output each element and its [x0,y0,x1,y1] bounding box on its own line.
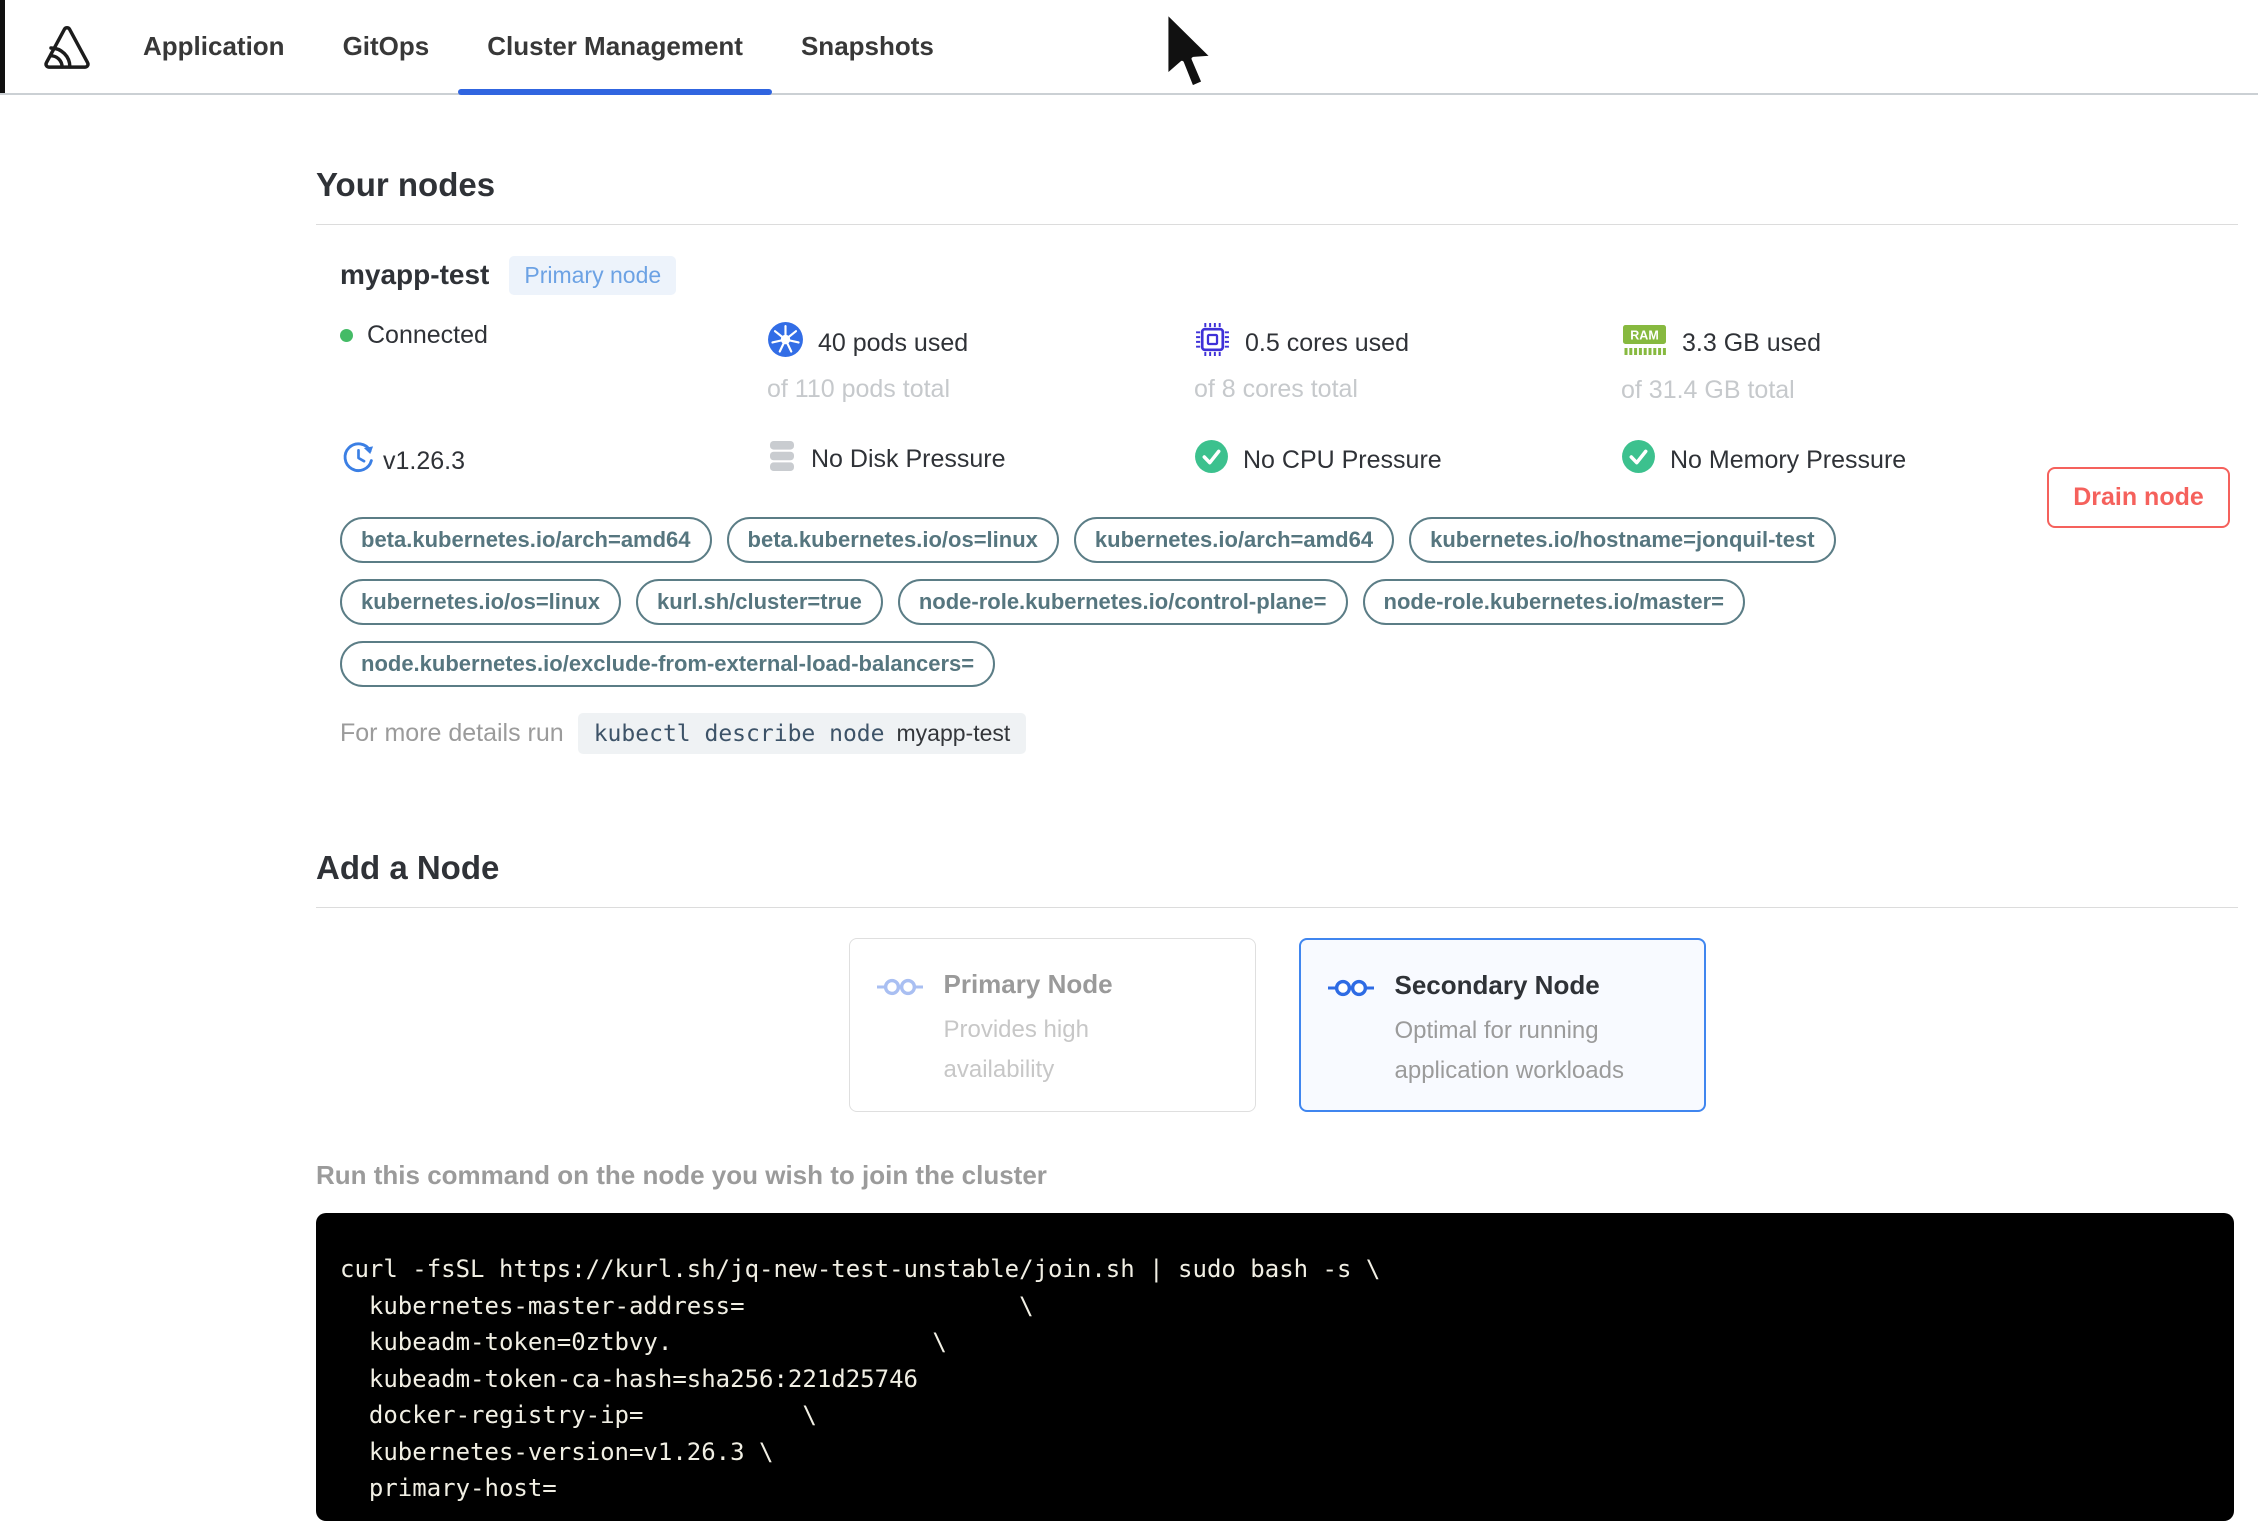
drain-node-button[interactable]: Drain node [2047,467,2230,528]
section-divider [316,907,2238,908]
command-line: curl -fsSL https://kurl.sh/jq-new-test-u… [340,1255,1381,1283]
disk-stack-icon [767,439,797,480]
node-label-pill: beta.kubernetes.io/arch=amd64 [340,517,712,563]
linked-nodes-icon [1327,977,1375,1110]
node-status-label: Connected [367,321,488,349]
node-label-pill: kubernetes.io/hostname=jonquil-test [1409,517,1836,563]
command-line: docker-registry-ip= \ [340,1401,817,1429]
node-panel: myapp-test Primary node Connected 40 pod… [316,255,2238,754]
node-stats-grid: Connected 40 pods used of 110 pods total… [340,321,2238,483]
kurl-logo-icon[interactable] [40,24,94,70]
your-nodes-title: Your nodes [316,166,496,203]
condition-cpu: No CPU Pressure [1194,439,1621,483]
node-name: myapp-test [340,259,490,290]
secondary-node-option-desc: Optimal for running application workload… [1394,1017,1624,1084]
node-details-hint: For more details run kubectl describe no… [340,713,2238,754]
stat-pods: 40 pods used of 110 pods total [767,321,1194,405]
describe-node-command: kubectl describe node myapp-test [577,713,1027,754]
primary-node-option-text: Primary Node Provides high availability [944,969,1196,1111]
tab-gitops[interactable]: GitOps [314,0,459,93]
mouse-cursor-arrow-icon [1158,8,1220,99]
cpu-chip-icon [1194,321,1231,365]
node-label-pill: kubernetes.io/os=linux [340,579,622,625]
add-node-title: Add a Node [316,849,500,886]
stat-pods-total: of 110 pods total [767,375,951,403]
node-label-pill: kurl.sh/cluster=true [636,579,883,625]
details-prefix: For more details run [340,719,564,747]
node-version-label: v1.26.3 [383,446,466,475]
command-line: kubeadm-token=0ztbvy. \ [340,1328,947,1356]
stat-memory-used: 3.3 GB used [1682,329,1821,357]
update-clock-icon [340,439,377,483]
secondary-node-option-text: Secondary Node Optimal for running appli… [1395,970,1647,1110]
stat-cores-used: 0.5 cores used [1245,328,1409,357]
join-command-instruction: Run this command on the node you wish to… [316,1160,1047,1190]
primary-node-option-desc: Provides high availability [943,1016,1089,1083]
condition-cpu-label: No CPU Pressure [1243,445,1442,474]
node-label-pill: node-role.kubernetes.io/control-plane= [897,579,1348,625]
describe-command-node: myapp-test [896,720,1011,746]
command-line: primary-host= [340,1474,557,1502]
nav-tabs: Application GitOps Cluster Management Sn… [114,0,963,95]
node-status: Connected [340,321,767,405]
stat-cores-total: of 8 cores total [1194,375,1358,403]
top-nav: Application GitOps Cluster Management Sn… [0,0,2258,95]
command-line: kubernetes-master-address= \ [340,1291,1034,1320]
green-dot-icon [340,329,353,342]
kubernetes-wheel-icon [767,321,804,365]
condition-memory-label: No Memory Pressure [1670,445,1907,474]
stat-pods-used: 40 pods used [818,328,969,357]
window-left-edge [0,0,5,93]
command-line: kubernetes-version=v1.26.3 \ [340,1437,774,1466]
svg-text:RAM: RAM [1630,329,1658,343]
primary-node-badge: Primary node [509,255,677,295]
primary-node-option-title: Primary Node [943,969,1113,999]
check-circle-icon [1194,439,1229,481]
tab-application[interactable]: Application [114,0,314,93]
section-divider [316,224,2238,225]
stat-memory: RAM 3.3 GB used of 31.4 GB total [1621,321,2238,405]
check-circle-icon [1621,439,1656,481]
node-labels: beta.kubernetes.io/arch=amd64 beta.kuber… [340,517,2040,687]
linked-nodes-icon [876,976,924,1111]
join-command-block[interactable]: curl -fsSL https://kurl.sh/jq-new-test-u… [316,1213,2234,1521]
condition-disk: No Disk Pressure [767,439,1194,483]
condition-disk-label: No Disk Pressure [811,445,1006,473]
node-label-pill: beta.kubernetes.io/os=linux [726,517,1059,563]
stat-memory-total: of 31.4 GB total [1621,376,1795,404]
stat-cores: 0.5 cores used of 8 cores total [1194,321,1621,405]
primary-node-option[interactable]: Primary Node Provides high availability [848,938,1256,1112]
secondary-node-option[interactable]: Secondary Node Optimal for running appli… [1298,938,1706,1112]
describe-command-text: kubectl describe node [593,720,885,747]
node-label-pill: node.kubernetes.io/exclude-from-external… [340,641,996,687]
command-line: kubeadm-token-ca-hash=sha256:221d25746 [340,1364,918,1393]
ram-stick-icon: RAM [1621,321,1668,366]
tab-cluster-management[interactable]: Cluster Management [458,0,772,95]
node-label-pill: kubernetes.io/arch=amd64 [1073,517,1395,563]
tab-snapshots[interactable]: Snapshots [772,0,963,93]
node-header: myapp-test Primary node [340,255,2238,295]
node-label-pill: node-role.kubernetes.io/master= [1362,579,1746,625]
main-content: Your nodes myapp-test Primary node Conne… [316,167,2238,1534]
node-type-options: Primary Node Provides high availability … [316,938,2238,1112]
node-version: v1.26.3 [340,439,767,483]
secondary-node-option-title: Secondary Node [1394,970,1600,1000]
